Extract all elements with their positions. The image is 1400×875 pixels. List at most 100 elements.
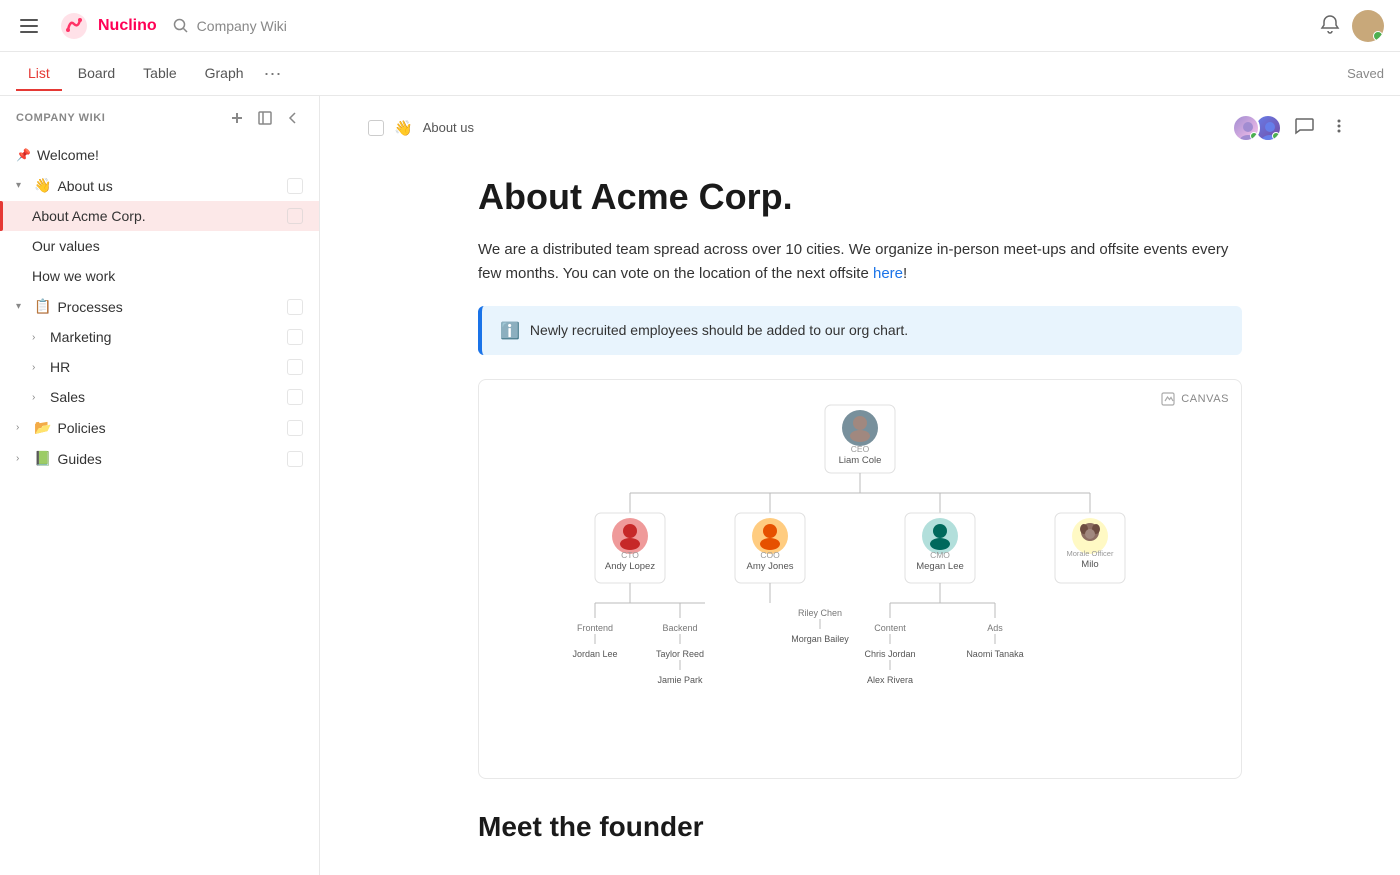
workspace-label: COMPANY WIKI xyxy=(16,112,105,124)
svg-text:COO: COO xyxy=(760,550,780,560)
app-logo[interactable]: Nuclino xyxy=(58,10,157,42)
sidebar-item-hr[interactable]: › HR xyxy=(0,352,319,382)
svg-text:CEO: CEO xyxy=(851,444,870,454)
sidebar-item-about-acme[interactable]: About Acme Corp. xyxy=(0,201,319,231)
svg-text:Content: Content xyxy=(874,623,906,633)
user-avatar[interactable] xyxy=(1352,10,1384,42)
caret-down-icon: ▾ xyxy=(16,180,28,191)
svg-text:Chris Jordan: Chris Jordan xyxy=(864,649,915,659)
canvas-label: CANVAS xyxy=(1161,392,1229,406)
canvas-container: CANVAS CEO Liam Cole xyxy=(478,379,1242,779)
hr-check[interactable] xyxy=(287,359,303,375)
sidebar-item-welcome-label: Welcome! xyxy=(37,147,303,163)
collaborator-avatar-1 xyxy=(1232,114,1260,142)
about-us-check[interactable] xyxy=(287,178,303,194)
sidebar-item-values-label: Our values xyxy=(32,238,303,254)
notifications-button[interactable] xyxy=(1320,14,1340,37)
svg-text:CMO: CMO xyxy=(930,550,950,560)
doc-checkbox[interactable] xyxy=(368,120,384,136)
processes-check[interactable] xyxy=(287,299,303,315)
guides-check[interactable] xyxy=(287,451,303,467)
sidebar-item-how-we-work-label: How we work xyxy=(32,268,303,284)
more-tabs-button[interactable]: ⋯ xyxy=(264,65,282,83)
comments-button[interactable] xyxy=(1290,112,1318,143)
svg-text:Morale Officer: Morale Officer xyxy=(1067,549,1114,558)
sidebar-item-processes-label: Processes xyxy=(57,299,281,315)
breadcrumb-emoji: 👋 xyxy=(394,119,413,137)
sidebar-item-values[interactable]: Our values xyxy=(0,231,319,261)
sidebar-header: COMPANY WIKI xyxy=(0,96,319,140)
tabs-bar: List Board Table Graph ⋯ Saved xyxy=(0,52,1400,96)
body-text-exclaim: ! xyxy=(903,265,907,282)
body-link-here[interactable]: here xyxy=(873,265,903,282)
doc-header-row: 👋 About us xyxy=(320,96,1400,143)
content-inner: About Acme Corp. We are a distributed te… xyxy=(430,143,1290,875)
expand-sidebar-button[interactable] xyxy=(255,108,275,128)
body-text-p1: We are a distributed team spread across … xyxy=(478,241,1228,282)
pin-icon: 📌 xyxy=(16,148,31,162)
sidebar-item-policies[interactable]: › 📂 Policies xyxy=(0,412,319,443)
sidebar-item-about-us-label: About us xyxy=(57,178,281,194)
svg-text:Milo: Milo xyxy=(1081,559,1098,570)
search-area[interactable]: Company Wiki xyxy=(173,18,1304,34)
svg-text:Amy Jones: Amy Jones xyxy=(747,561,794,572)
policies-check[interactable] xyxy=(287,420,303,436)
svg-text:Frontend: Frontend xyxy=(577,623,613,633)
caret-right-guides: › xyxy=(16,453,28,464)
org-chart-svg: CEO Liam Cole CTO xyxy=(540,400,1180,750)
sales-check[interactable] xyxy=(287,389,303,405)
sidebar-item-marketing[interactable]: › Marketing xyxy=(0,322,319,352)
tab-list[interactable]: List xyxy=(16,57,62,91)
hamburger-menu[interactable] xyxy=(16,15,42,37)
add-item-button[interactable] xyxy=(227,108,247,128)
svg-text:Morgan Bailey: Morgan Bailey xyxy=(791,634,849,644)
sidebar-item-marketing-label: Marketing xyxy=(50,329,281,345)
section-meet-founder-title: Meet the founder xyxy=(478,811,1242,843)
sidebar-item-sales[interactable]: › Sales xyxy=(0,382,319,412)
about-acme-check[interactable] xyxy=(287,208,303,224)
caret-right-icon-2: › xyxy=(32,362,44,373)
marketing-check[interactable] xyxy=(287,329,303,345)
tab-table[interactable]: Table xyxy=(131,57,188,91)
sidebar-item-about-us[interactable]: ▾ 👋 About us xyxy=(0,170,319,201)
sidebar-item-guides-label: Guides xyxy=(57,451,281,467)
doc-header-right xyxy=(1232,112,1352,143)
breadcrumb-label: About us xyxy=(423,120,474,135)
doc-breadcrumb-area: 👋 About us xyxy=(368,119,474,137)
more-options-button[interactable] xyxy=(1326,113,1352,142)
caret-right-policies: › xyxy=(16,422,28,433)
body-text: We are a distributed team spread across … xyxy=(478,238,1242,286)
svg-text:Megan Lee: Megan Lee xyxy=(916,561,964,572)
saved-status: Saved xyxy=(1347,66,1384,81)
sidebar-item-processes[interactable]: ▾ 📋 Processes xyxy=(0,291,319,322)
sidebar-item-sales-label: Sales xyxy=(50,389,281,405)
content-area: 👋 About us xyxy=(320,96,1400,875)
topbar-right xyxy=(1320,10,1384,42)
sidebar-item-how-we-work[interactable]: How we work xyxy=(0,261,319,291)
logo-icon xyxy=(58,10,90,42)
tab-board[interactable]: Board xyxy=(66,57,127,91)
svg-text:CTO: CTO xyxy=(621,550,639,560)
search-placeholder: Company Wiki xyxy=(197,18,287,34)
sidebar-item-about-acme-label: About Acme Corp. xyxy=(32,208,281,224)
sidebar: COMPANY WIKI 📌 Welcome! ▾ 👋 About u xyxy=(0,96,320,875)
canvas-label-text: CANVAS xyxy=(1181,393,1229,405)
sidebar-item-guides[interactable]: › 📗 Guides xyxy=(0,443,319,474)
svg-text:Backend: Backend xyxy=(662,623,697,633)
caret-right-icon-3: › xyxy=(32,392,44,403)
svg-text:Naomi Tanaka: Naomi Tanaka xyxy=(966,649,1023,659)
svg-text:Jamie Park: Jamie Park xyxy=(657,675,703,685)
sidebar-item-welcome[interactable]: 📌 Welcome! xyxy=(0,140,319,170)
page-title: About Acme Corp. xyxy=(478,175,1242,218)
sidebar-header-actions xyxy=(227,108,303,128)
app-name: Nuclino xyxy=(98,17,157,35)
collapse-sidebar-button[interactable] xyxy=(283,108,303,128)
caret-down-icon-2: ▾ xyxy=(16,301,28,312)
main-layout: COMPANY WIKI 📌 Welcome! ▾ 👋 About u xyxy=(0,96,1400,875)
info-icon: ℹ️ xyxy=(500,321,520,341)
info-box: ℹ️ Newly recruited employees should be a… xyxy=(478,306,1242,355)
caret-right-icon: › xyxy=(32,332,44,343)
svg-text:Liam Cole: Liam Cole xyxy=(839,455,882,466)
tab-graph[interactable]: Graph xyxy=(193,57,256,91)
svg-text:Andy Lopez: Andy Lopez xyxy=(605,561,655,572)
